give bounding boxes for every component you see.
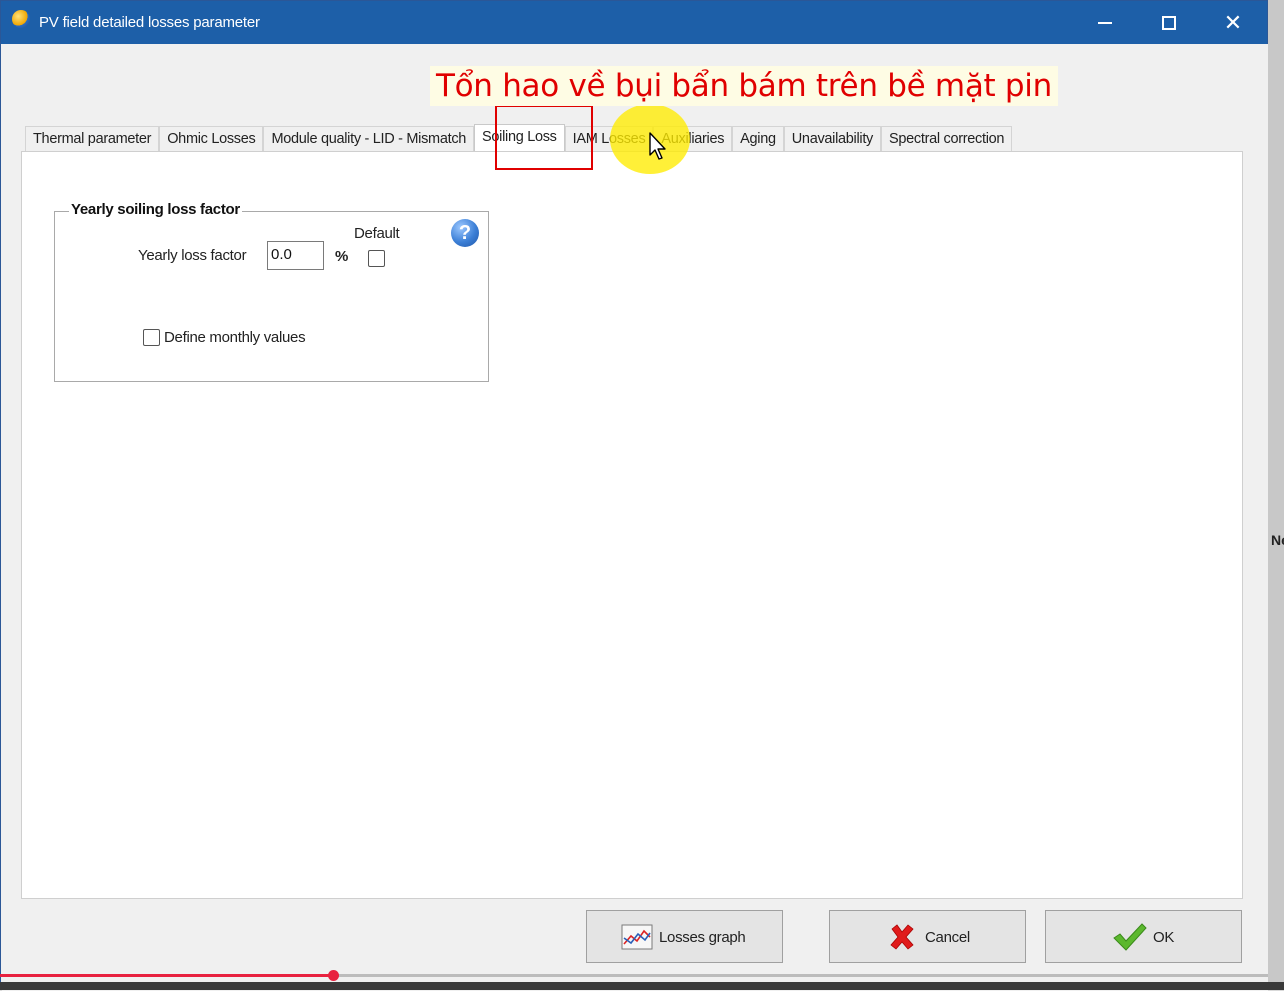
yearly-loss-input[interactable]: 0.0	[267, 241, 324, 270]
tab-aging[interactable]: Aging	[732, 126, 784, 152]
tab-ohmic-losses[interactable]: Ohmic Losses	[159, 126, 264, 152]
minimize-button[interactable]	[1073, 1, 1137, 44]
ok-label: OK	[1153, 929, 1175, 946]
groupbox-title: Yearly soiling loss factor	[69, 201, 242, 218]
soiling-groupbox	[54, 211, 489, 382]
cancel-label: Cancel	[925, 929, 970, 946]
background-window-edge	[1268, 0, 1284, 982]
default-label: Default	[354, 225, 400, 242]
percent-unit: %	[335, 248, 349, 265]
tab-module-quality[interactable]: Module quality - LID - Mismatch	[263, 126, 475, 152]
window-title: PV field detailed losses parameter	[39, 14, 260, 31]
mouse-pointer-icon	[649, 132, 666, 160]
app-sun-icon	[12, 10, 30, 28]
red-x-icon	[890, 924, 914, 950]
annotation-caption: Tổn hao về bụi bẩn bám trên bề mặt pin	[430, 66, 1058, 106]
losses-graph-button[interactable]: Losses graph	[586, 910, 783, 963]
maximize-icon	[1162, 16, 1176, 31]
cancel-button[interactable]: Cancel	[829, 910, 1026, 963]
title-bar[interactable]: PV field detailed losses parameter ✕	[1, 1, 1267, 44]
yearly-loss-label: Yearly loss factor	[138, 247, 247, 264]
help-icon[interactable]: ?	[451, 219, 479, 247]
graph-icon	[621, 924, 653, 950]
video-controls-strip	[0, 982, 1284, 990]
video-progress-fill	[0, 974, 333, 977]
losses-graph-label: Losses graph	[659, 929, 746, 946]
background-edge-text: Ne	[1271, 532, 1284, 548]
video-progress-knob[interactable]	[328, 970, 339, 981]
tab-spectral-correction[interactable]: Spectral correction	[881, 126, 1013, 152]
default-checkbox[interactable]	[368, 250, 385, 267]
monthly-values-checkbox[interactable]	[143, 329, 160, 346]
minimize-icon	[1098, 22, 1112, 25]
monthly-values-label[interactable]: Define monthly values	[164, 329, 306, 346]
close-button[interactable]: ✕	[1201, 1, 1265, 44]
green-check-icon	[1113, 923, 1147, 951]
tab-highlight-frame	[495, 105, 593, 170]
close-icon: ✕	[1223, 10, 1243, 35]
tab-thermal-parameter[interactable]: Thermal parameter	[25, 126, 160, 152]
maximize-button[interactable]	[1137, 1, 1201, 44]
ok-button[interactable]: OK	[1045, 910, 1242, 963]
tab-unavailability[interactable]: Unavailability	[783, 126, 881, 152]
